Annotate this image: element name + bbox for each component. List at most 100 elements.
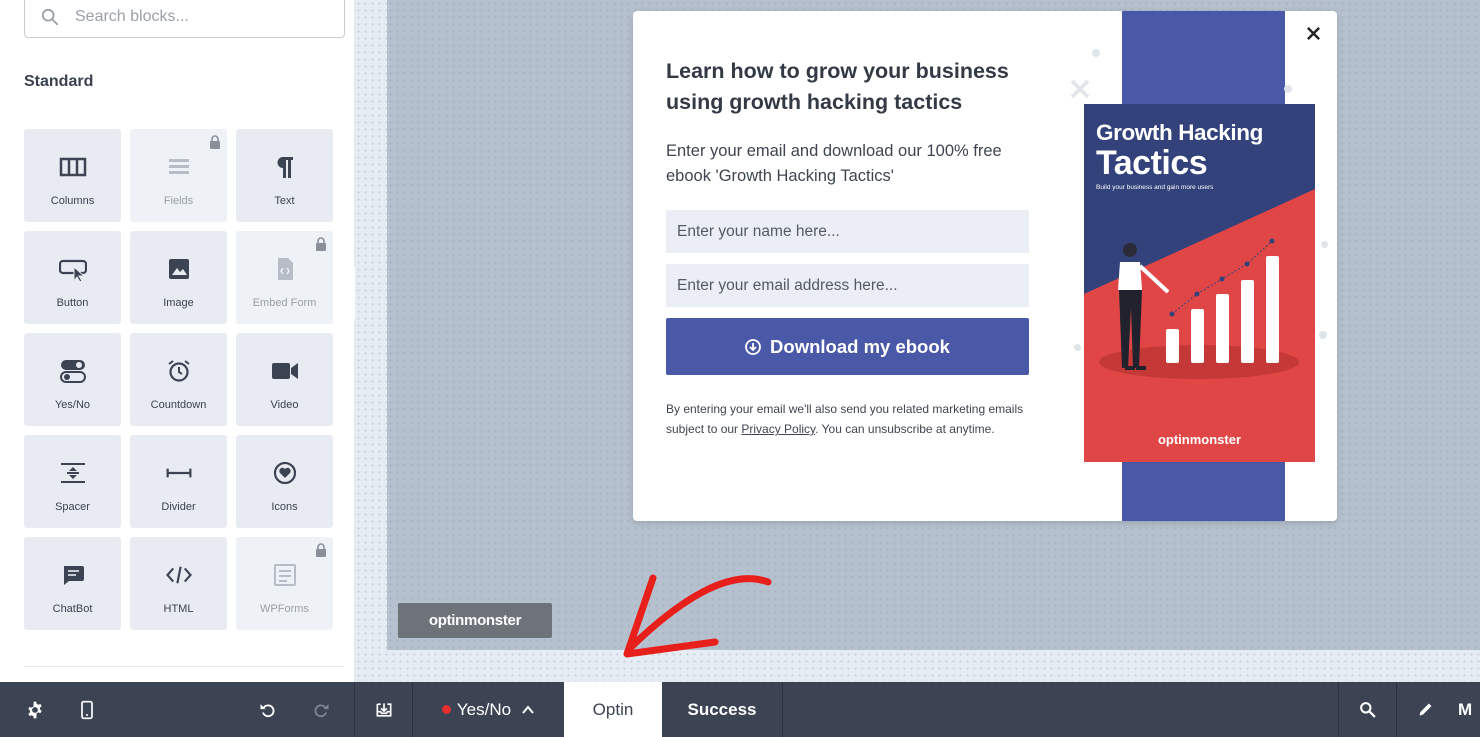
- heart-circle-icon: [271, 459, 299, 487]
- toolbar-separator: [1338, 682, 1339, 737]
- lock-icon: [316, 237, 326, 251]
- block-embed-form[interactable]: Embed Form: [236, 231, 333, 324]
- optinmonster-badge: optinmonster: [398, 603, 552, 638]
- search-button[interactable]: [1348, 682, 1386, 737]
- block-spacer[interactable]: Spacer: [24, 435, 121, 528]
- block-image[interactable]: Image: [130, 231, 227, 324]
- decor-dot: [1092, 49, 1100, 57]
- close-button[interactable]: [1301, 21, 1325, 45]
- search-input[interactable]: [75, 8, 315, 26]
- wpforms-icon: [271, 561, 299, 589]
- block-label: ChatBot: [52, 603, 93, 615]
- toolbar-separator: [782, 682, 783, 737]
- yes-no-toggle-icon: [59, 357, 87, 385]
- undo-icon: [260, 703, 275, 717]
- toolbar-overflow-label: M: [1458, 699, 1473, 719]
- block-fields[interactable]: Fields: [130, 129, 227, 222]
- ebook-title-line2: Tactics: [1096, 144, 1208, 182]
- block-divider[interactable]: Divider: [130, 435, 227, 528]
- bottom-toolbar: Yes/No Optin Success M: [0, 682, 1480, 737]
- tab-optin-label: Optin: [592, 699, 634, 719]
- pilcrow-icon: [271, 153, 299, 181]
- block-label: Yes/No: [54, 399, 91, 411]
- block-label: HTML: [163, 603, 194, 615]
- block-text[interactable]: Text: [236, 129, 333, 222]
- block-label: Countdown: [150, 399, 207, 411]
- undo-button[interactable]: [250, 682, 286, 737]
- decor-dot: [1319, 331, 1327, 339]
- block-wpforms[interactable]: WPForms: [236, 537, 333, 630]
- decor-dot: [1074, 344, 1081, 351]
- block-label: Fields: [163, 195, 194, 207]
- email-field[interactable]: [666, 264, 1029, 307]
- block-label: Spacer: [55, 501, 90, 513]
- button-cursor-icon: [58, 255, 87, 283]
- block-sidebar: Standard Columns Fields Text Button Imag…: [0, 0, 355, 682]
- block-columns[interactable]: Columns: [24, 129, 121, 222]
- inbox-download-icon: [376, 702, 392, 717]
- gear-icon: [28, 701, 42, 718]
- ebook-logo: optinmonster: [1157, 432, 1242, 447]
- block-grid: Columns Fields Text Button Image Embed F…: [24, 129, 334, 630]
- toolbar-overflow-item[interactable]: M: [1458, 682, 1480, 737]
- ebook-subtitle: Build your business and gain more users: [1096, 184, 1214, 191]
- block-countdown[interactable]: Countdown: [130, 333, 227, 426]
- download-circle-icon: [745, 338, 761, 355]
- block-html[interactable]: HTML: [130, 537, 227, 630]
- popup-headline: Learn how to grow your business using gr…: [666, 59, 1009, 114]
- block-label: Video: [270, 399, 299, 411]
- search-icon: [1359, 702, 1375, 718]
- block-label: Divider: [161, 501, 196, 513]
- sidebar-divider: [24, 666, 344, 667]
- code-icon: [165, 561, 193, 589]
- block-video[interactable]: Video: [236, 333, 333, 426]
- columns-icon: [59, 153, 87, 181]
- block-label: Icons: [271, 501, 298, 513]
- alarm-clock-icon: [165, 357, 193, 385]
- lock-icon: [316, 543, 326, 557]
- decor-dot: [1321, 241, 1328, 248]
- close-icon: [1306, 26, 1320, 40]
- redo-icon: [314, 703, 329, 717]
- popup-description: Enter your email and download our 100% f…: [666, 142, 1002, 185]
- block-label: WPForms: [260, 603, 309, 615]
- tab-optin[interactable]: Optin: [564, 682, 662, 737]
- search-box[interactable]: [24, 0, 345, 38]
- ebook-cover: Growth Hacking Tactics Build your busine…: [1084, 104, 1315, 462]
- block-yes-no[interactable]: Yes/No: [24, 333, 121, 426]
- chat-bubble-icon: [59, 561, 87, 589]
- yes-no-view-toggle[interactable]: Yes/No: [413, 682, 564, 737]
- block-icons[interactable]: Icons: [236, 435, 333, 528]
- toolbar-separator: [354, 682, 355, 737]
- block-label: Columns: [50, 195, 95, 207]
- chevron-up-icon: [522, 704, 534, 714]
- save-template-button[interactable]: [366, 682, 402, 737]
- pencil-icon: [1419, 703, 1431, 716]
- settings-button[interactable]: [16, 682, 54, 737]
- redo-button[interactable]: [303, 682, 339, 737]
- name-field[interactable]: [666, 210, 1029, 253]
- tab-success[interactable]: Success: [662, 682, 782, 737]
- block-label: Button: [56, 297, 89, 309]
- edit-button[interactable]: [1406, 682, 1444, 737]
- mobile-phone-icon: [81, 700, 93, 719]
- block-chatbot[interactable]: ChatBot: [24, 537, 121, 630]
- fields-icon: [165, 153, 193, 181]
- video-camera-icon: [271, 357, 299, 385]
- optin-popup: Learn how to grow your business using gr…: [633, 11, 1337, 521]
- block-button[interactable]: Button: [24, 231, 121, 324]
- ebook-title-line1: Growth Hacking: [1096, 120, 1263, 145]
- toolbar-separator: [1396, 682, 1397, 737]
- fine-print-text-end: . You can unsubscribe at anytime.: [815, 422, 995, 436]
- download-button[interactable]: Download my ebook: [666, 318, 1029, 375]
- search-icon: [41, 8, 59, 26]
- divider-icon: [165, 459, 193, 487]
- embed-form-icon: [271, 255, 299, 283]
- decor-x-icon: [1070, 79, 1090, 99]
- image-icon: [165, 255, 193, 283]
- privacy-policy-link[interactable]: Privacy Policy: [741, 422, 815, 436]
- decor-dot: [1284, 85, 1292, 93]
- mobile-preview-button[interactable]: [68, 682, 106, 737]
- block-label: Text: [274, 195, 295, 207]
- tab-success-label: Success: [687, 699, 757, 719]
